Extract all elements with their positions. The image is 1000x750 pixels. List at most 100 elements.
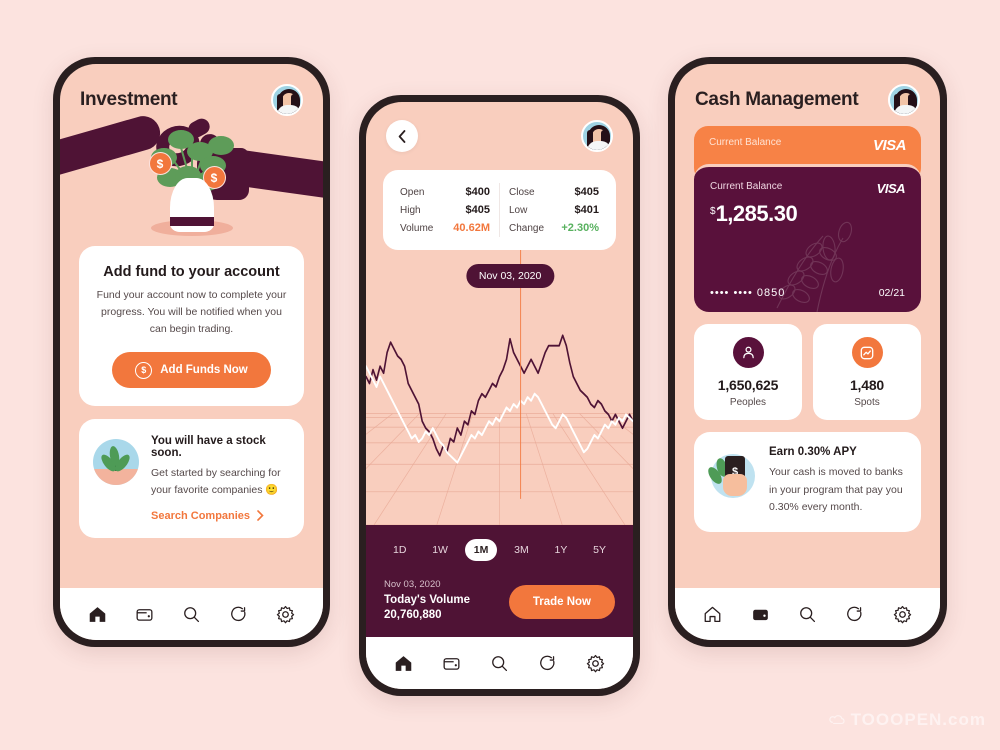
add-fund-title: Add fund to your account <box>103 264 280 280</box>
hand-shape <box>723 474 747 496</box>
chevron-left-icon <box>398 129 406 143</box>
nav-item-wallet[interactable] <box>745 599 775 629</box>
chart-canvas <box>366 250 633 525</box>
stat-value: $405 <box>574 186 599 198</box>
add-funds-now-label: Add Funds Now <box>160 364 248 376</box>
stat-row: Open $400 <box>400 183 490 201</box>
stat-key: Volume <box>400 223 434 234</box>
card-footer: •••• •••• 0850 02/21 <box>710 287 905 299</box>
trade-now-button[interactable]: Trade Now <box>508 585 615 619</box>
tile-label: Spots <box>854 397 880 408</box>
stat-row: High $405 <box>400 201 490 219</box>
nav-item-home[interactable] <box>698 599 728 629</box>
stock-detail-body: Open $400 High $405 Volume 40.62M Close … <box>366 102 633 637</box>
screen-cash-management: Cash Management Current Balance VISA Cur… <box>675 64 940 640</box>
nav-item-wallet[interactable] <box>130 599 160 629</box>
hand-phone-money-icon: $ <box>705 450 758 500</box>
stat-row: Low $401 <box>509 201 599 219</box>
nav-item-history[interactable] <box>532 648 562 678</box>
primary-card-label: Current Balance <box>710 181 783 192</box>
nav-item-wallet[interactable] <box>437 648 467 678</box>
price-chart[interactable]: Nov 03, 2020 <box>366 250 633 525</box>
volume-info: Nov 03, 2020 Today's Volume 20,760,880 <box>384 579 470 621</box>
dollar-coin-icon: $ <box>135 361 153 379</box>
range-1m[interactable]: 1M <box>464 539 498 561</box>
watermark-text: TOOOPEN.com <box>850 710 986 729</box>
nav-item-settings[interactable] <box>887 599 917 629</box>
tile-value: 1,480 <box>849 377 885 393</box>
nav-item-settings[interactable] <box>271 599 301 629</box>
secondary-card-label: Current Balance <box>709 137 782 148</box>
nav-item-search[interactable] <box>792 599 822 629</box>
nav-item-search[interactable] <box>484 648 514 678</box>
user-avatar[interactable] <box>888 84 920 116</box>
avatar-body <box>277 105 301 114</box>
chart-date-tooltip: Nov 03, 2020 <box>465 264 555 288</box>
primary-card[interactable]: Current Balance VISA $ 1,285.30 •••• •••… <box>694 164 921 312</box>
volume-date: Nov 03, 2020 <box>384 579 441 590</box>
screen-stock-detail: Open $400 High $405 Volume 40.62M Close … <box>366 102 633 689</box>
apy-card: $ Earn 0.30% APY Your cash is moved to b… <box>694 432 921 532</box>
stat-value: $400 <box>465 186 490 198</box>
person-icon <box>732 337 764 368</box>
money-plant: $ $ <box>137 122 247 238</box>
nav-item-history[interactable] <box>224 599 254 629</box>
stat-key: Change <box>509 223 545 234</box>
nav-item-home[interactable] <box>389 648 419 678</box>
investment-body: Investment $ $ Add fund to your account … <box>60 64 323 588</box>
plant-leaf <box>207 136 234 155</box>
range-1d[interactable]: 1D <box>384 539 415 561</box>
stats-column-left: Open $400 High $405 Volume 40.62M <box>391 183 499 237</box>
search-companies-link[interactable]: Search Companies <box>151 510 289 522</box>
investment-cards: Add fund to your account Fund your accou… <box>60 238 323 538</box>
stat-value: $401 <box>574 204 599 216</box>
bottom-nav <box>60 588 323 640</box>
user-avatar[interactable] <box>581 120 613 152</box>
watermark-logo-icon <box>828 714 845 724</box>
bottom-nav <box>366 637 633 689</box>
page-title: Investment <box>80 89 178 110</box>
range-selector: 1D 1W 1M 3M 1Y 5Y <box>384 539 615 561</box>
range-1y[interactable]: 1Y <box>546 539 577 561</box>
range-1w[interactable]: 1W <box>423 539 457 561</box>
volume-footer: Nov 03, 2020 Today's Volume 20,760,880 T… <box>384 579 615 621</box>
tile-spots[interactable]: 1,480 Spots <box>813 324 921 420</box>
tile-peoples[interactable]: 1,650,625 Peoples <box>694 324 802 420</box>
investment-topbar: Investment <box>60 64 323 116</box>
stock-soon-description: Get started by searching for your favori… <box>151 467 281 497</box>
hands-plant-money-illustration: $ $ <box>60 112 323 238</box>
bottom-nav <box>675 588 940 640</box>
range-5y[interactable]: 5Y <box>584 539 615 561</box>
volume-value: 20,760,880 <box>384 609 442 621</box>
stat-row: Close $405 <box>509 183 599 201</box>
apy-title: Earn 0.30% APY <box>769 446 857 458</box>
cash-content: Current Balance VISA Current Balance VIS… <box>675 126 940 532</box>
stock-stats-card: Open $400 High $405 Volume 40.62M Close … <box>383 170 616 250</box>
card-expiry: 02/21 <box>878 287 905 299</box>
back-button[interactable] <box>386 120 418 152</box>
avatar-body <box>587 141 611 150</box>
nav-item-history[interactable] <box>840 599 870 629</box>
dollar-coin-icon: $ <box>148 152 172 175</box>
tile-label: Peoples <box>729 397 767 408</box>
stats-column-right: Close $405 Low $401 Change +2.30% <box>499 183 608 237</box>
nav-item-settings[interactable] <box>580 648 610 678</box>
add-funds-now-button[interactable]: $ Add Funds Now <box>112 352 271 388</box>
screen-investment: Investment $ $ Add fund to your account … <box>60 64 323 640</box>
add-fund-description: Fund your account now to complete your p… <box>96 289 287 335</box>
phone-cash-management: Cash Management Current Balance VISA Cur… <box>668 57 947 647</box>
chart-square-icon <box>851 337 883 368</box>
stat-value: $405 <box>465 204 490 216</box>
vase-band <box>169 217 214 226</box>
watermark: TOOOPEN.com <box>828 710 986 730</box>
stock-soon-card: You will have a stock soon. Get started … <box>79 419 304 538</box>
stat-key: Open <box>400 187 425 198</box>
nav-item-home[interactable] <box>83 599 113 629</box>
primary-card-header: Current Balance VISA <box>710 181 906 196</box>
tile-value: 1,650,625 <box>717 377 779 393</box>
stat-value: +2.30% <box>561 222 599 234</box>
range-3m[interactable]: 3M <box>505 539 538 561</box>
stat-row: Volume 40.62M <box>400 219 490 237</box>
nav-item-search[interactable] <box>177 599 207 629</box>
user-avatar[interactable] <box>271 84 303 116</box>
